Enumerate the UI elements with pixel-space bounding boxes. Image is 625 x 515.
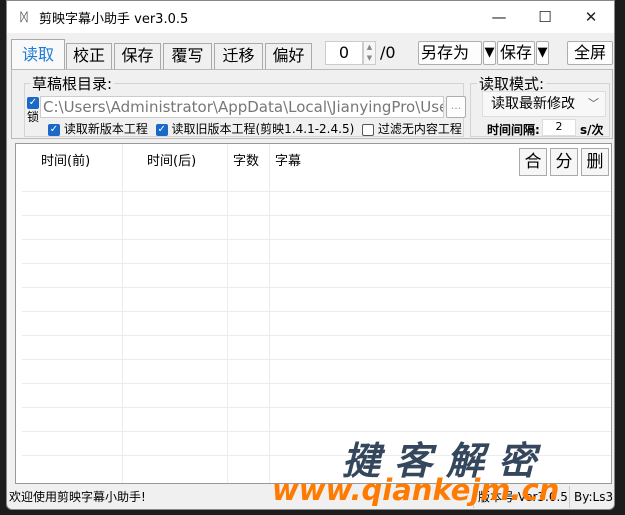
- toolbar: 读取 校正 保存 覆写 迁移 偏好 0 ▲ ▼ /0 另存为 ▼ 保存 ▼ 全屏: [7, 39, 614, 69]
- author-label: By:Ls30: [569, 486, 614, 508]
- save-dropdown[interactable]: ▼: [536, 41, 549, 65]
- maximize-button[interactable]: ☐: [522, 8, 568, 26]
- close-button[interactable]: ✕: [568, 8, 614, 26]
- tab-migrate[interactable]: 迁移: [214, 43, 263, 69]
- read-mode-select[interactable]: 读取最新修改 ﹀: [482, 91, 606, 117]
- col-header-char-count[interactable]: 字数: [233, 150, 259, 169]
- draft-path-input[interactable]: C:\Users\Administrator\AppData\Local\Jia…: [40, 96, 444, 118]
- page-spinner[interactable]: ▲ ▼: [363, 41, 376, 65]
- tab-read[interactable]: 读取: [11, 39, 65, 69]
- read-new-checkbox[interactable]: ✓: [48, 123, 60, 136]
- read-new-label: 读取新版本工程: [63, 122, 148, 136]
- capcut-logo-icon: ᛞ: [20, 10, 28, 24]
- read-old-label: 读取旧版本工程(剪映1.4.1-2.4.5): [171, 122, 355, 136]
- draft-root-label: 草稿根目录:: [30, 73, 115, 94]
- watermark-url: www.qiankejm.cn: [272, 473, 560, 507]
- tab-correct[interactable]: 校正: [66, 43, 112, 69]
- browse-button[interactable]: ...: [446, 96, 466, 118]
- save-as-button[interactable]: 另存为: [418, 41, 482, 65]
- status-message: 欢迎使用剪映字幕小助手!: [9, 490, 146, 504]
- tab-overwrite[interactable]: 覆写: [163, 43, 212, 69]
- interval-input[interactable]: 2: [542, 119, 576, 136]
- title-bar: ᛞ 剪映字幕小助手 ver3.0.5 — ☐ ✕: [7, 1, 614, 33]
- tab-preferences[interactable]: 偏好: [265, 43, 312, 69]
- delete-button[interactable]: 删: [581, 148, 609, 176]
- page-number-input[interactable]: 0: [325, 41, 363, 65]
- window-title: 剪映字幕小助手 ver3.0.5: [39, 11, 189, 27]
- interval-label: 时间间隔:: [487, 123, 540, 137]
- save-as-dropdown[interactable]: ▼: [483, 41, 496, 65]
- filter-empty-checkbox[interactable]: [362, 123, 375, 136]
- interval-unit: s/次: [580, 123, 604, 137]
- read-panel: 草稿根目录: ✓ 锁 C:\Users\Administrator\AppDat…: [11, 69, 613, 139]
- col-header-time-start[interactable]: 时间(前): [41, 150, 90, 169]
- tab-save[interactable]: 保存: [114, 43, 161, 69]
- filter-empty-label: 过滤无内容工程: [377, 122, 462, 136]
- read-old-checkbox[interactable]: ✓: [155, 123, 168, 136]
- merge-button[interactable]: 合: [519, 148, 547, 176]
- lock-label: 锁: [27, 110, 40, 124]
- minimize-button[interactable]: —: [476, 8, 522, 26]
- split-button[interactable]: 分: [550, 148, 578, 176]
- read-mode-value: 读取最新修改: [491, 96, 575, 112]
- save-button[interactable]: 保存: [497, 41, 535, 65]
- page-total: /0: [380, 43, 396, 62]
- col-header-time-end[interactable]: 时间(后): [147, 150, 196, 169]
- col-header-subtitle[interactable]: 字幕: [275, 150, 301, 169]
- fullscreen-button[interactable]: 全屏: [567, 41, 613, 65]
- chevron-down-icon: ﹀: [588, 97, 599, 110]
